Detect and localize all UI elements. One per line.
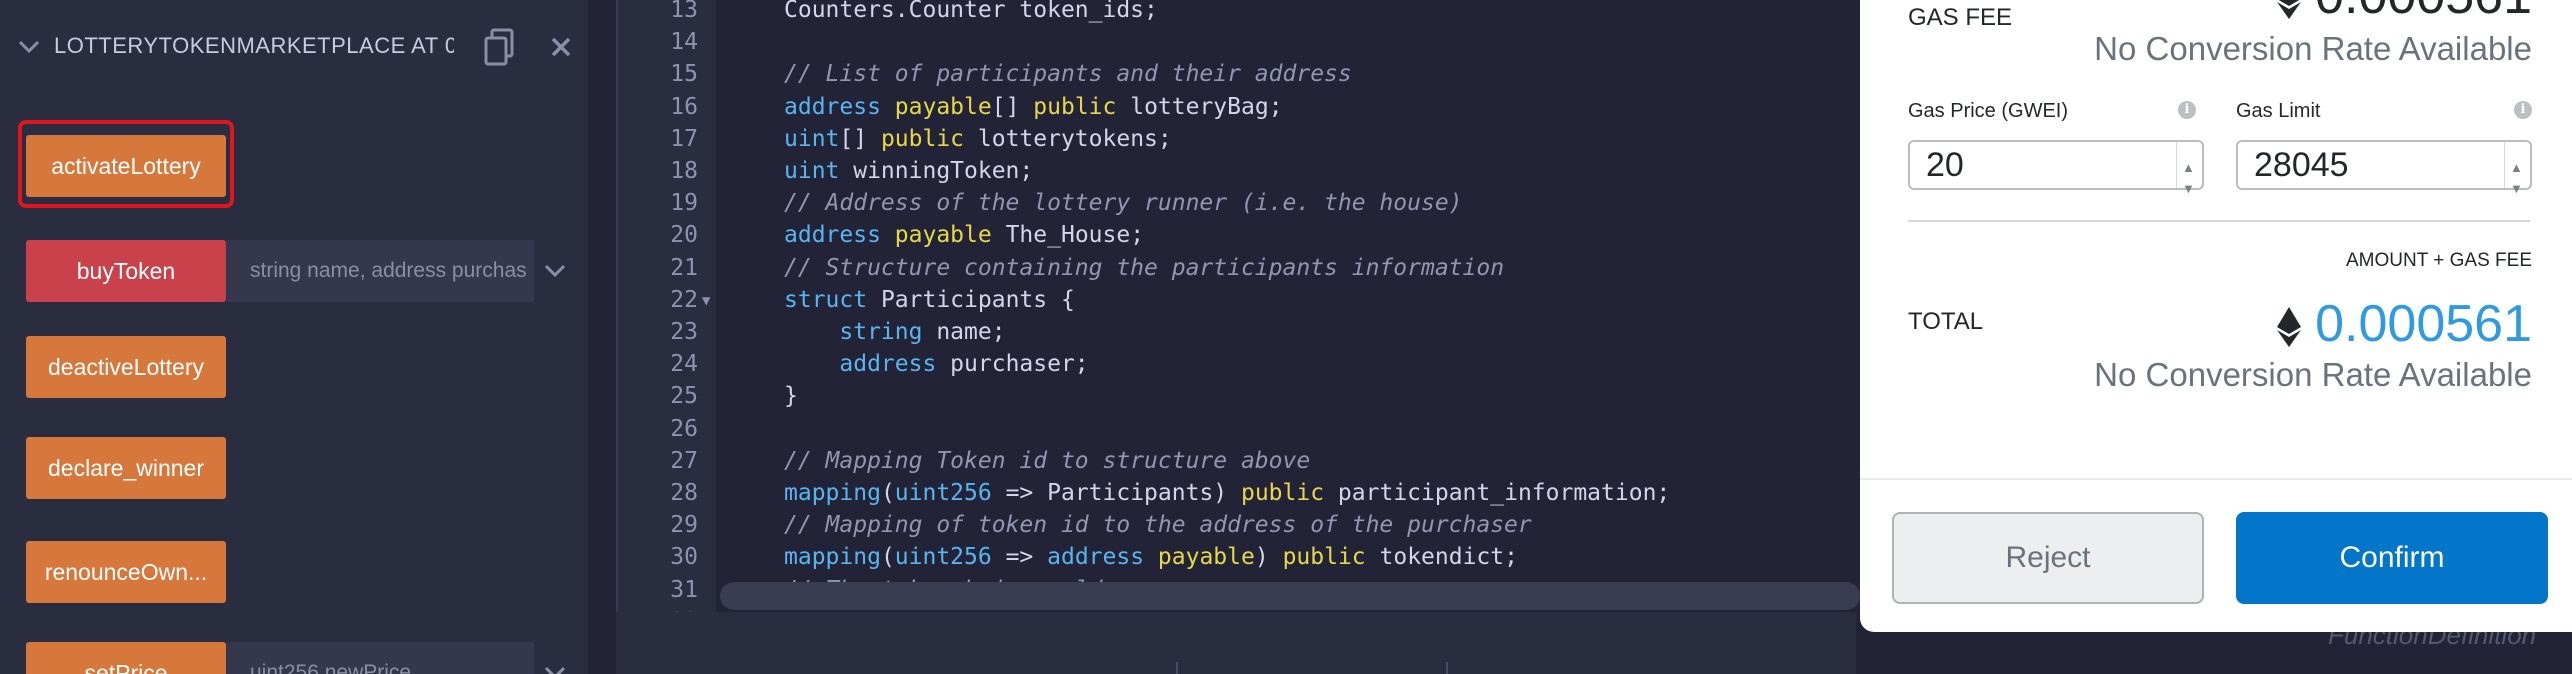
divider [1908, 220, 2530, 222]
line-number: 29 [670, 512, 698, 539]
declare-winner-button[interactable]: declare_winner [26, 437, 226, 499]
code-line[interactable]: // List of participants and their addres… [784, 61, 1352, 87]
line-number: 14 [670, 29, 698, 56]
metamask-confirm-popup: GAS FEE 0.000561 No Conversion Rate Avai… [1860, 0, 2572, 632]
code-editor[interactable]: Counters.Counter token_ids; // List of pa… [716, 0, 1856, 674]
code-line[interactable]: uint winningToken; [784, 158, 1033, 184]
gas-limit-input[interactable]: 28045 ▲ ▼ [2236, 140, 2532, 196]
contract-instance-header[interactable]: LOTTERYTOKENMARKETPLACE AT 0XE [0, 18, 588, 78]
ethereum-icon [2276, 307, 2301, 348]
total-label: TOTAL [1908, 308, 1984, 335]
code-line[interactable]: mapping(uint256 => address payable) publ… [784, 544, 1518, 570]
copy-icon[interactable] [482, 28, 518, 68]
code-line[interactable]: address payable[] public lotteryBag; [784, 94, 1283, 120]
total-conversion: No Conversion Rate Available [2094, 356, 2532, 393]
amount-gas-fee-label: AMOUNT + GAS FEE [2346, 250, 2532, 271]
gas-price-stepper[interactable]: ▲ ▼ [2176, 142, 2200, 196]
code-line[interactable]: mapping(uint256 => Participants) public … [784, 480, 1670, 506]
code-line[interactable]: address payable The_House; [784, 222, 1144, 248]
divider [1860, 478, 2572, 480]
line-number: 28 [670, 480, 698, 506]
line-number: 16 [670, 93, 698, 120]
line-number: 20 [670, 222, 698, 249]
chevron-down-icon[interactable] [16, 34, 42, 60]
info-icon[interactable]: i [2514, 101, 2532, 119]
deployed-contract-panel: LOTTERYTOKENMARKETPLACE AT 0XE activateL… [0, 0, 588, 674]
close-icon[interactable] [548, 34, 574, 60]
fold-toggle-icon[interactable]: ▼ [702, 293, 710, 309]
line-number: 18 [670, 158, 698, 184]
activate-lottery-button[interactable]: activateLottery [26, 135, 226, 197]
buy-token-args-input[interactable]: string name, address purchas [226, 240, 534, 302]
gas-fee-conversion: No Conversion Rate Available [2094, 30, 2532, 67]
code-line[interactable]: Counters.Counter token_ids; [784, 0, 1158, 23]
line-number: 19 [670, 190, 698, 217]
code-line[interactable]: // Address of the lottery runner (i.e. t… [784, 190, 1463, 216]
set-price-button[interactable]: setPrice [26, 642, 226, 674]
line-number: 23 [670, 319, 698, 345]
gas-fee-value: 0.000561 [2276, 0, 2532, 26]
code-line[interactable]: // Mapping of token id to the address of… [784, 512, 1532, 538]
info-icon[interactable]: i [2178, 101, 2196, 119]
line-number: 24 [670, 351, 698, 378]
line-number: 13 [670, 0, 698, 23]
chevron-down-icon[interactable] [542, 258, 568, 284]
buy-token-button[interactable]: buyToken [26, 240, 226, 302]
chevron-down-icon[interactable] [542, 660, 568, 674]
gas-price-label: Gas Price (GWEI) [1908, 100, 2069, 122]
deactive-lottery-button[interactable]: deactiveLottery [26, 336, 226, 398]
code-line[interactable]: } [784, 383, 798, 409]
line-number: 21 [670, 254, 698, 281]
code-line[interactable]: // Mapping Token id to structure above [784, 448, 1310, 474]
code-line[interactable]: string name; [784, 319, 1005, 345]
line-number: 31 [670, 576, 698, 603]
line-number: 26 [670, 415, 698, 442]
code-line[interactable]: uint[] public lotterytokens; [784, 126, 1172, 152]
editor-horizontal-scrollbar[interactable] [720, 582, 1860, 610]
reject-button[interactable]: Reject [1892, 512, 2204, 604]
line-number-gutter: 13141516171819202122▼2324252627282930313… [616, 0, 716, 674]
line-number: 27 [670, 447, 698, 474]
line-number: 25 [670, 383, 698, 410]
gas-limit-label: Gas Limit [2236, 100, 2321, 122]
code-line[interactable]: address purchaser; [784, 351, 1088, 377]
total-value: 0.000561 [2276, 294, 2532, 354]
panel-scroll-track[interactable] [588, 0, 616, 674]
line-number: 30 [670, 544, 698, 571]
confirm-button[interactable]: Confirm [2236, 512, 2548, 604]
contract-instance-title: LOTTERYTOKENMARKETPLACE AT 0XE [54, 33, 454, 58]
gas-limit-stepper[interactable]: ▲ ▼ [2504, 142, 2528, 196]
line-number: 15 [670, 61, 698, 88]
gas-fee-label: GAS FEE [1908, 4, 2013, 31]
ethereum-icon [2276, 0, 2301, 20]
code-line[interactable]: struct Participants { [784, 287, 1075, 313]
editor-status-bar [616, 612, 1856, 674]
gas-price-input[interactable]: 20 ▲ ▼ [1908, 140, 2204, 196]
line-number: 22 [670, 286, 698, 313]
line-number: 17 [670, 125, 698, 152]
renounce-ownership-button[interactable]: renounceOwn... [26, 541, 226, 603]
set-price-args-input[interactable]: uint256 newPrice [226, 642, 534, 674]
code-line[interactable]: // Structure containing the participants… [784, 255, 1504, 281]
